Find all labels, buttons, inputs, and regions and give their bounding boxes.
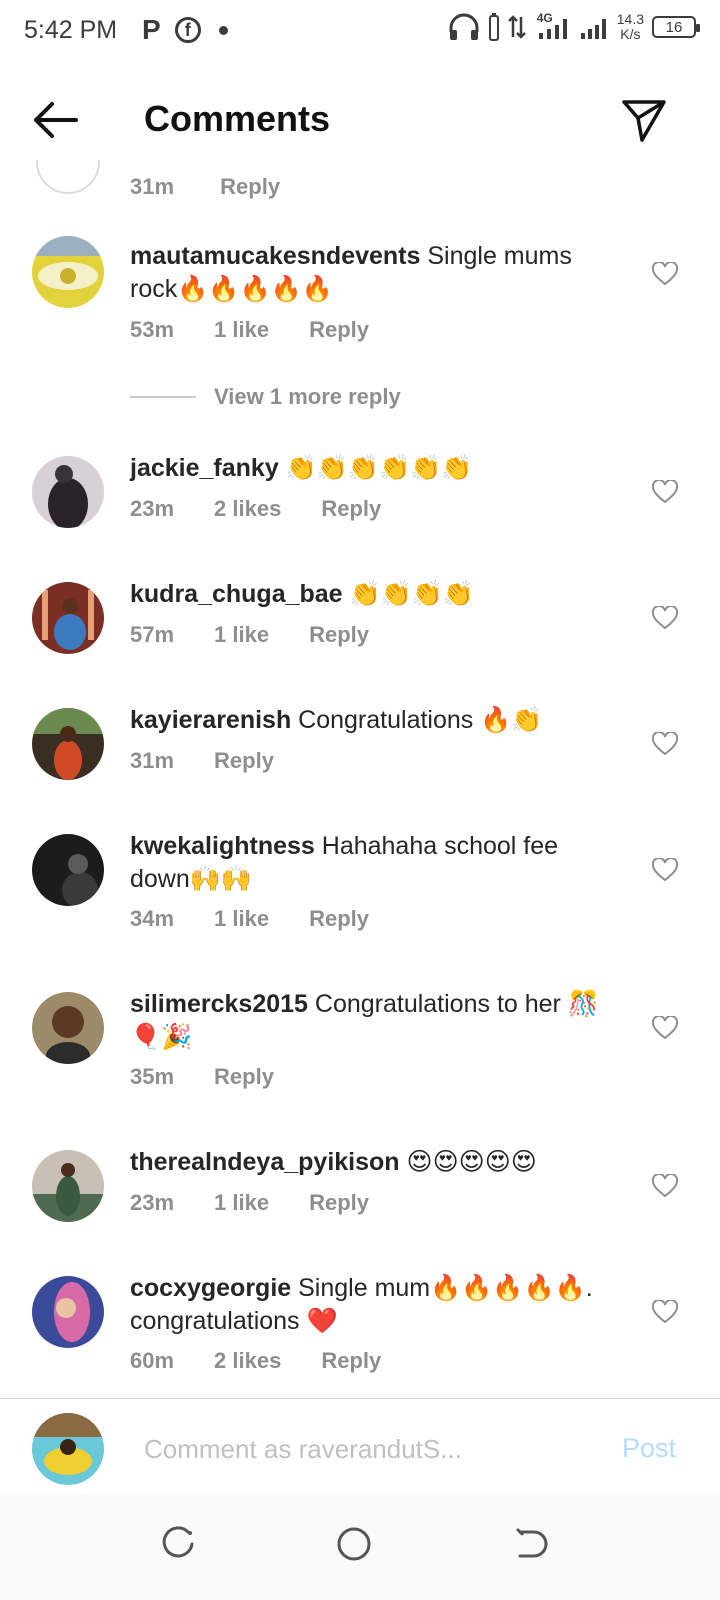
comment-meta: 35m Reply bbox=[130, 1064, 274, 1090]
comment-text: kwekalightness Hahahaha school fee down🙌… bbox=[130, 832, 559, 893]
avatar[interactable] bbox=[32, 992, 104, 1064]
comment-likes[interactable]: 1 like bbox=[214, 1190, 269, 1216]
avatar[interactable] bbox=[32, 1276, 104, 1348]
reply-button[interactable]: Reply bbox=[220, 174, 280, 199]
comment-time: 60m bbox=[130, 1348, 175, 1373]
status-bar: 5:42 PM P f 4G 14.3 K/s 16 bbox=[0, 0, 720, 64]
comment-text: mautamucakesndevents Single mums rock🔥🔥🔥… bbox=[130, 242, 572, 303]
comment-meta: 53m 1 like Reply bbox=[130, 317, 369, 343]
comment-text: cocxygeorgie Single mum🔥🔥🔥🔥🔥. congratula… bbox=[130, 1274, 593, 1335]
comments-list[interactable]: 31m Reply mautamucakesndevents Single mu… bbox=[0, 160, 720, 1398]
comment-likes[interactable]: 1 like bbox=[214, 906, 269, 932]
view-more-replies[interactable]: View 1 more reply bbox=[130, 384, 401, 410]
comment-username[interactable]: kwekalightness bbox=[130, 832, 315, 860]
avatar[interactable] bbox=[32, 834, 104, 906]
comment-meta: 23m 2 likes Reply bbox=[130, 496, 381, 522]
comment-time: 23m bbox=[130, 1190, 175, 1215]
more-notifications-icon bbox=[218, 25, 228, 35]
recents-icon[interactable] bbox=[158, 1524, 198, 1564]
status-notification-icons: P f bbox=[142, 14, 228, 46]
system-nav-bar bbox=[0, 1494, 720, 1600]
signal-4g-icon: 4G bbox=[535, 11, 571, 41]
comment-time: 53m bbox=[130, 317, 175, 342]
heart-icon[interactable] bbox=[652, 262, 678, 286]
reply-button[interactable]: Reply bbox=[214, 748, 274, 774]
avatar[interactable] bbox=[32, 708, 104, 780]
avatar[interactable] bbox=[32, 236, 104, 308]
comment-meta: 34m 1 like Reply bbox=[130, 906, 369, 932]
comment-time: 31m bbox=[130, 174, 175, 199]
heart-icon[interactable] bbox=[652, 1174, 678, 1198]
comment-time: 34m bbox=[130, 906, 175, 931]
comment-meta: 31m Reply bbox=[130, 174, 320, 200]
facebook-icon: f bbox=[174, 17, 201, 43]
comment-compose-bar: Post bbox=[0, 1398, 720, 1494]
comment-meta: 57m 1 like Reply bbox=[130, 622, 369, 648]
comment-meta: 23m 1 like Reply bbox=[130, 1190, 369, 1216]
avatar[interactable] bbox=[32, 1150, 104, 1222]
comment-username[interactable]: jackie_fanky bbox=[130, 454, 279, 482]
comment-username[interactable]: therealndeya_pyikison bbox=[130, 1148, 400, 1176]
comment-likes[interactable]: 2 likes bbox=[214, 1348, 281, 1374]
reply-button[interactable]: Reply bbox=[321, 1348, 381, 1374]
post-button[interactable]: Post bbox=[622, 1433, 676, 1464]
back-nav-icon[interactable] bbox=[510, 1524, 550, 1564]
avatar[interactable] bbox=[32, 582, 104, 654]
battery-saver-icon bbox=[488, 13, 499, 41]
comment-text: silimercks2015 Congratulations to her 🎊🎈… bbox=[130, 990, 599, 1051]
reply-button[interactable]: Reply bbox=[309, 622, 369, 648]
heart-icon[interactable] bbox=[652, 858, 678, 882]
comment-username[interactable]: silimercks2015 bbox=[130, 990, 308, 1018]
network-speed: 14.3 K/s bbox=[616, 11, 644, 42]
data-transfer-icon bbox=[507, 15, 526, 39]
status-system-icons: 4G 14.3 K/s 16 bbox=[447, 11, 700, 42]
comment-username[interactable]: mautamucakesndevents bbox=[130, 242, 420, 270]
comment-time: 57m bbox=[130, 622, 175, 647]
home-icon[interactable] bbox=[334, 1524, 374, 1564]
avatar[interactable] bbox=[32, 456, 104, 528]
divider bbox=[130, 396, 196, 398]
status-time: 5:42 PM bbox=[24, 16, 118, 44]
comment-meta: 31m Reply bbox=[130, 748, 274, 774]
signal-icon bbox=[580, 19, 606, 39]
battery-icon: 16 bbox=[652, 16, 700, 38]
heart-icon[interactable] bbox=[652, 480, 678, 504]
reply-button[interactable]: Reply bbox=[321, 496, 381, 522]
reply-button[interactable]: Reply bbox=[309, 1190, 369, 1216]
headphones-icon bbox=[449, 13, 479, 40]
comment-time: 31m bbox=[130, 748, 175, 773]
p-app-icon: P bbox=[142, 14, 161, 45]
heart-icon[interactable] bbox=[652, 1300, 678, 1324]
comment-time: 23m bbox=[130, 496, 175, 521]
comment-likes[interactable]: 1 like bbox=[214, 317, 269, 343]
heart-icon[interactable] bbox=[652, 732, 678, 756]
comment-input[interactable] bbox=[144, 1429, 574, 1469]
comment-likes[interactable]: 1 like bbox=[214, 622, 269, 648]
header: Comments bbox=[0, 80, 720, 160]
comment-text: jackie_fanky 👏👏👏👏👏👏 bbox=[130, 454, 473, 482]
send-icon[interactable] bbox=[620, 96, 668, 144]
comment-text: kudra_chuga_bae 👏👏👏👏 bbox=[130, 580, 475, 608]
reply-button[interactable]: Reply bbox=[214, 1064, 274, 1090]
comment-likes[interactable]: 2 likes bbox=[214, 496, 281, 522]
reply-button[interactable]: Reply bbox=[309, 906, 369, 932]
comment-text: kayierarenish Congratulations 🔥👏 bbox=[130, 706, 543, 734]
comment-time: 35m bbox=[130, 1064, 175, 1089]
comment-username[interactable]: kayierarenish bbox=[130, 706, 291, 734]
comment-username[interactable]: kudra_chuga_bae bbox=[130, 580, 343, 608]
heart-icon[interactable] bbox=[652, 606, 678, 630]
back-arrow-icon[interactable] bbox=[30, 98, 80, 142]
avatar[interactable] bbox=[36, 160, 100, 194]
page-title: Comments bbox=[144, 98, 331, 139]
avatar[interactable] bbox=[32, 1413, 104, 1485]
heart-icon[interactable] bbox=[652, 1016, 678, 1040]
comment-meta: 60m 2 likes Reply bbox=[130, 1348, 381, 1374]
comment-username[interactable]: cocxygeorgie bbox=[130, 1274, 291, 1302]
comment-text: therealndeya_pyikison 😍😍😍😍😍 bbox=[130, 1148, 537, 1176]
reply-button[interactable]: Reply bbox=[309, 317, 369, 343]
